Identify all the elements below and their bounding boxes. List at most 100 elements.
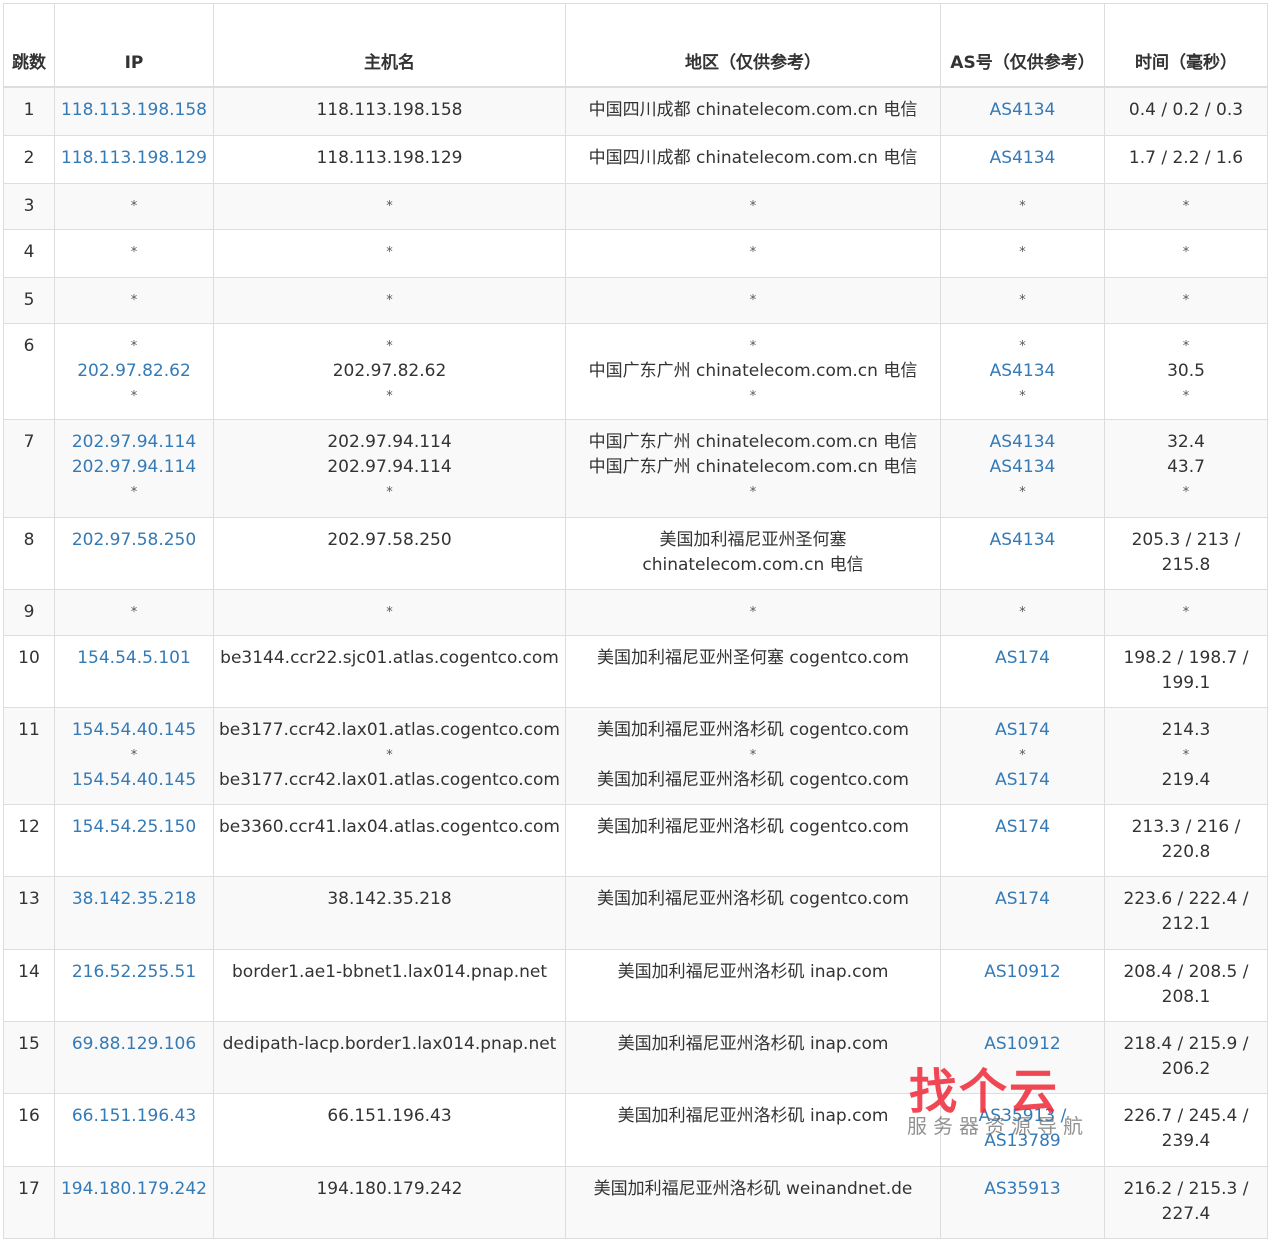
ip-link[interactable]: 202.97.94.114 xyxy=(59,430,209,455)
cell-hostname-line: be3177.ccr42.lax01.atlas.cogentco.com xyxy=(219,719,560,740)
cell-time-line: 213.3 / 216 / xyxy=(1131,816,1241,837)
cell-hostname: 66.151.196.43 xyxy=(213,1092,566,1167)
asn-link[interactable]: AS4134 xyxy=(945,455,1100,480)
cell-hostname-line: be3360.ccr41.lax04.atlas.cogentco.com xyxy=(219,816,560,837)
asn-link[interactable]: AS174 xyxy=(945,718,1100,743)
timeout-marker: * xyxy=(130,388,138,404)
timeout-marker: * xyxy=(1019,198,1026,214)
cell-hop: 7 xyxy=(3,418,55,518)
ip-link[interactable]: 202.97.82.62 xyxy=(59,359,209,384)
header-ip: IP xyxy=(54,3,214,88)
timeout-marker: * xyxy=(1019,747,1026,763)
cell-time-line: 218.4 / 215.9 / xyxy=(1123,1033,1249,1054)
cell-asn: AS174 xyxy=(940,634,1105,708)
cell-asn: * AS4134 * xyxy=(940,322,1105,420)
asn-link[interactable]: AS4134 xyxy=(945,528,1100,553)
asn-link[interactable]: AS4134 xyxy=(945,359,1100,384)
cell-hop: 3 xyxy=(3,182,55,230)
cell-region-line: 中国四川成都 chinatelecom.com.cn 电信 xyxy=(588,100,918,120)
timeout-marker: * xyxy=(749,747,757,763)
cell-ip: 202.97.94.114 202.97.94.114 * xyxy=(54,418,214,518)
ip-link[interactable]: 154.54.25.150 xyxy=(59,815,209,840)
cell-region-line: 中国广东广州 chinatelecom.com.cn 电信 xyxy=(588,431,918,452)
timeout-marker: * xyxy=(130,292,138,308)
cell-hop: 14 xyxy=(3,948,55,1022)
cell-hostname-line: 202.97.94.114 xyxy=(327,431,452,452)
asn-link[interactable]: AS4134 xyxy=(945,98,1100,123)
timeout-marker: * xyxy=(749,198,757,214)
timeout-marker: * xyxy=(1019,338,1026,354)
timeout-marker: * xyxy=(130,338,138,354)
ip-link[interactable]: 154.54.5.101 xyxy=(59,646,209,671)
table-row: 17 194.180.179.242 194.180.179.242 美国加利福尼亚州… xyxy=(3,1165,1268,1239)
timeout-marker: * xyxy=(1182,747,1190,763)
cell-hop: 4 xyxy=(3,228,55,278)
cell-asn: AS174 xyxy=(940,803,1105,877)
cell-ip: 194.180.179.242 xyxy=(54,1165,214,1239)
cell-hostname: be3360.ccr41.lax04.atlas.cogentco.com xyxy=(213,803,566,877)
timeout-marker: * xyxy=(386,244,393,260)
cell-asn: * xyxy=(940,228,1105,278)
cell-asn: AS4134 xyxy=(940,86,1105,136)
timeout-marker: * xyxy=(386,388,393,404)
cell-time-line: 198.2 / 198.7 / xyxy=(1123,647,1249,668)
timeout-marker: * xyxy=(386,198,393,214)
timeout-marker: * xyxy=(1182,388,1190,404)
asn-link[interactable]: AS174 xyxy=(945,887,1100,912)
cell-time-line: 43.7 xyxy=(1167,456,1205,477)
asn-link[interactable]: AS174 xyxy=(945,768,1100,793)
asn-link[interactable]: AS4134 xyxy=(945,146,1100,171)
cell-hostname: 118.113.198.129 xyxy=(213,134,566,184)
cell-region: 美国加利福尼亚州洛杉矶 inap.com xyxy=(565,1092,941,1167)
cell-hostname: 38.142.35.218 xyxy=(213,875,566,950)
asn-link[interactable]: AS13789 xyxy=(945,1129,1100,1154)
cell-region: 美国加利福尼亚州洛杉矶 cogentco.com xyxy=(565,803,941,877)
cell-hostname: be3177.ccr42.lax01.atlas.cogentco.com * be… xyxy=(213,706,566,805)
ip-link[interactable]: 202.97.94.114 xyxy=(59,455,209,480)
cell-region: 美国加利福尼亚州圣何塞 cogentco.com xyxy=(565,634,941,708)
ip-link[interactable]: 194.180.179.242 xyxy=(59,1177,209,1202)
ip-link[interactable]: 202.97.58.250 xyxy=(59,528,209,553)
asn-link[interactable]: AS174 xyxy=(945,646,1100,671)
cell-hostname-line: be3144.ccr22.sjc01.atlas.cogentco.com xyxy=(220,647,559,668)
ip-link[interactable]: 118.113.198.158 xyxy=(59,98,209,123)
cell-time-line: 219.4 xyxy=(1161,769,1211,790)
cell-time-line: 223.6 / 222.4 / xyxy=(1123,888,1249,909)
table-row: 2 118.113.198.129 118.113.198.129 中国四川成都 ch… xyxy=(3,134,1268,184)
ip-link[interactable]: 69.88.129.106 xyxy=(59,1032,209,1057)
ip-link[interactable]: 38.142.35.218 xyxy=(59,887,209,912)
cell-ip: * xyxy=(54,588,214,636)
asn-link[interactable]: AS174 xyxy=(945,815,1100,840)
cell-region: 美国加利福尼亚州洛杉矶 weinandnet.de xyxy=(565,1165,941,1239)
cell-region-line: 美国加利福尼亚州洛杉矶 inap.com xyxy=(617,961,889,982)
table-row: 15 69.88.129.106 dedipath-lacp.border1.lax… xyxy=(3,1020,1268,1094)
asn-link[interactable]: AS10912 xyxy=(945,1032,1100,1057)
cell-region-line: 美国加利福尼亚州洛杉矶 inap.com xyxy=(617,1033,889,1054)
asn-link[interactable]: AS10912 xyxy=(945,960,1100,985)
cell-hop: 13 xyxy=(3,875,55,950)
ip-link[interactable]: 118.113.198.129 xyxy=(59,146,209,171)
ip-link[interactable]: 216.52.255.51 xyxy=(59,960,209,985)
ip-link[interactable]: 154.54.40.145 xyxy=(59,718,209,743)
asn-link[interactable]: AS4134 xyxy=(945,430,1100,455)
header-region: 地区（仅供参考） xyxy=(565,3,941,88)
cell-hostname-line: 118.113.198.129 xyxy=(316,147,463,168)
cell-ip: 216.52.255.51 xyxy=(54,948,214,1022)
table-row: 13 38.142.35.218 38.142.35.218 美国加利福尼亚州洛杉矶 … xyxy=(3,875,1268,950)
timeout-marker: * xyxy=(1019,244,1026,260)
asn-link[interactable]: AS35913 / xyxy=(945,1104,1100,1129)
cell-ip: 154.54.25.150 xyxy=(54,803,214,877)
cell-time-line: 206.2 xyxy=(1161,1058,1211,1079)
header-time: 时间（毫秒） xyxy=(1104,3,1268,88)
ip-link[interactable]: 66.151.196.43 xyxy=(59,1104,209,1129)
ip-link[interactable]: 154.54.40.145 xyxy=(59,768,209,793)
cell-time: * xyxy=(1104,228,1268,278)
cell-time: 216.2 / 215.3 / 227.4 xyxy=(1104,1165,1268,1239)
timeout-marker: * xyxy=(1019,604,1026,620)
cell-hop: 2 xyxy=(3,134,55,184)
timeout-marker: * xyxy=(1182,292,1190,308)
cell-region-line: 美国加利福尼亚州洛杉矶 weinandnet.de xyxy=(593,1178,913,1199)
timeout-marker: * xyxy=(130,484,138,500)
cell-region: 中国四川成都 chinatelecom.com.cn 电信 xyxy=(565,86,941,136)
asn-link[interactable]: AS35913 xyxy=(945,1177,1100,1202)
